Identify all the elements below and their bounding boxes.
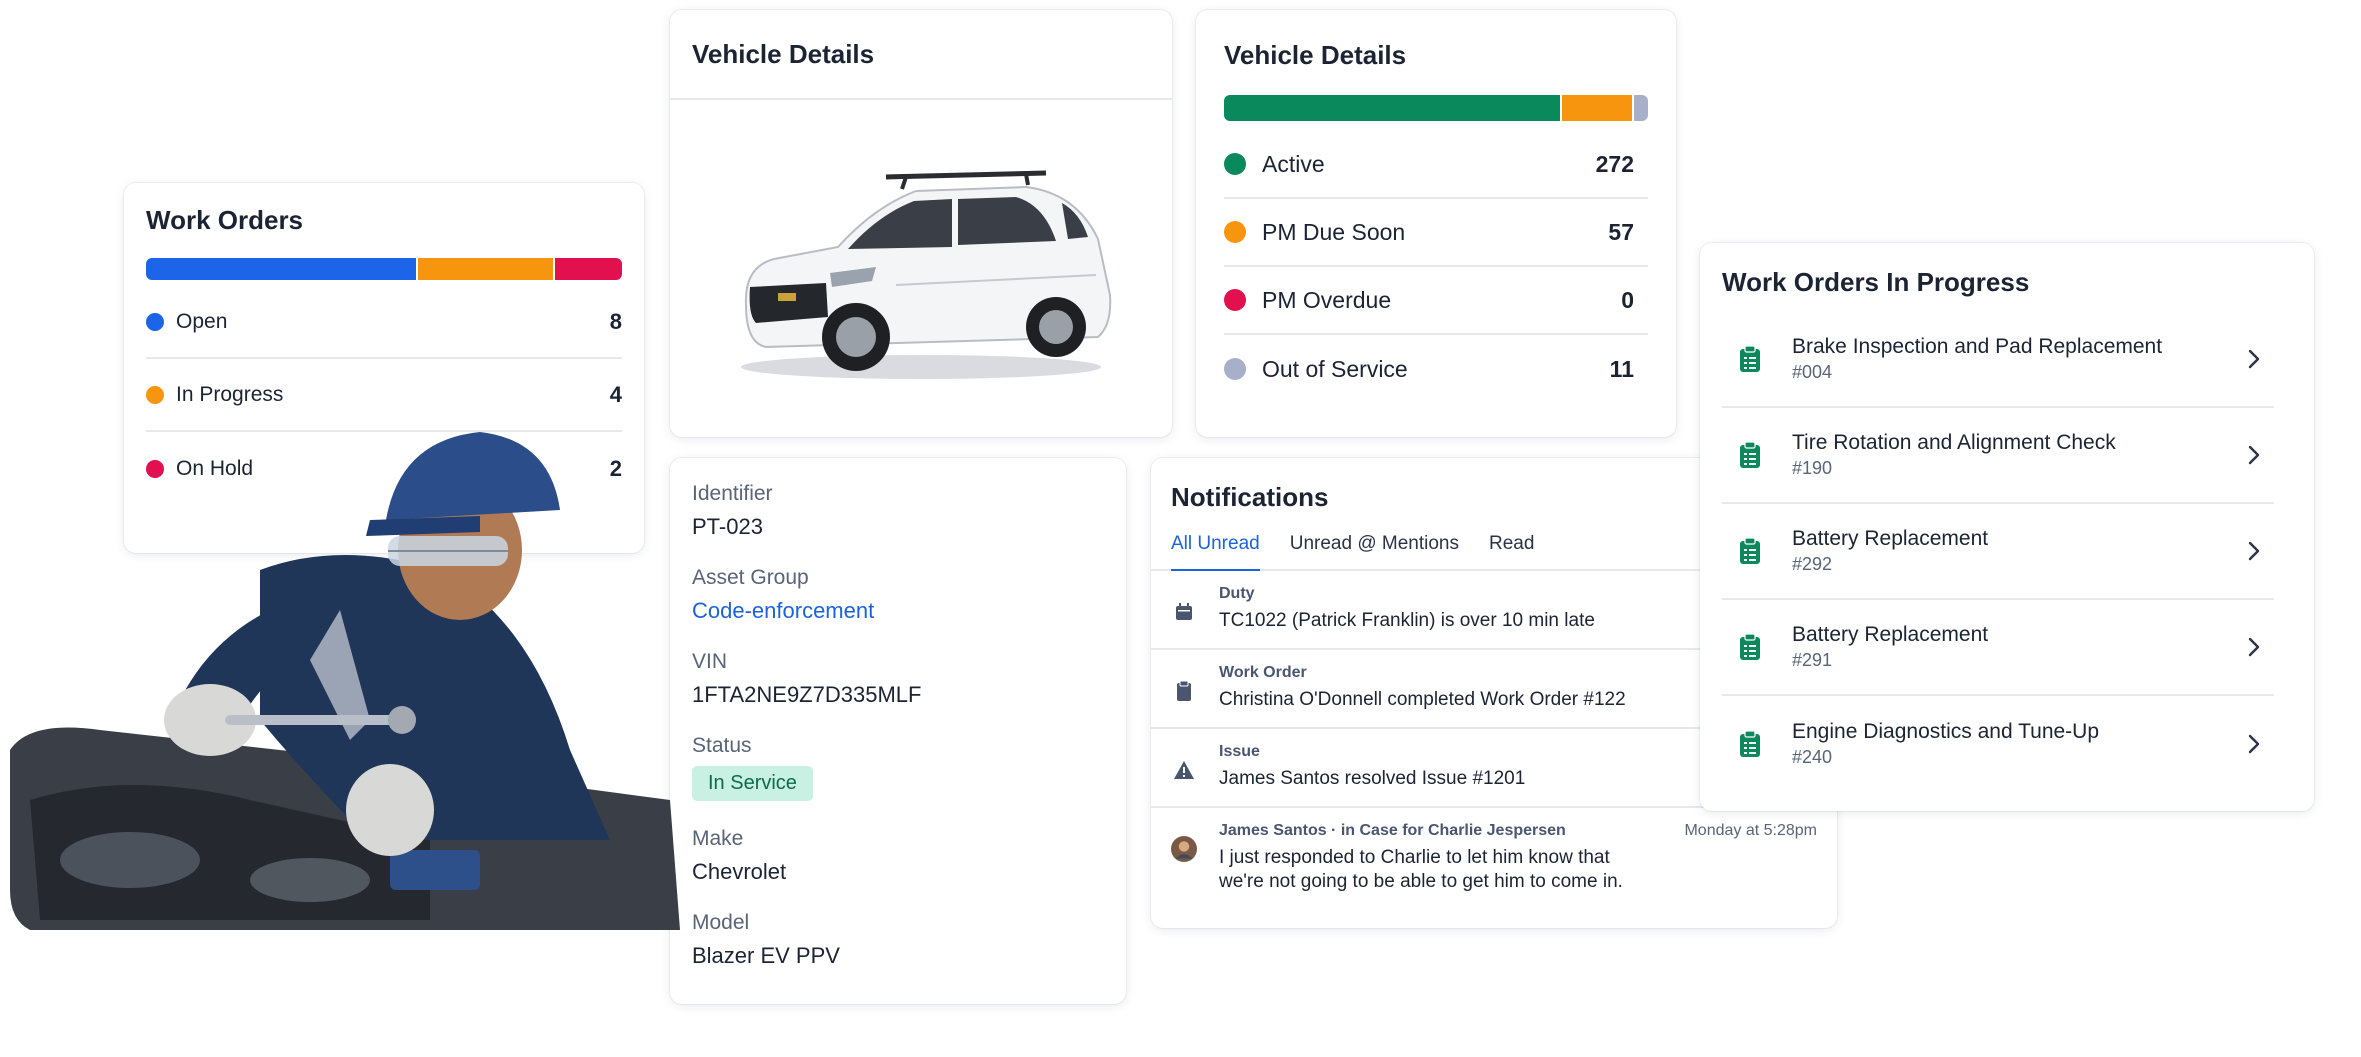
clipboard-icon [1734, 535, 1766, 567]
row-count: 272 [1595, 150, 1634, 177]
work-orders-bar-segment [552, 258, 622, 280]
row-count: 11 [1609, 355, 1634, 382]
active-dot [1224, 153, 1246, 175]
make-label: Make [692, 827, 744, 850]
status-badge: In Service [692, 766, 813, 801]
chevron-right-icon[interactable] [2242, 732, 2266, 756]
work-order-number: #190 [1792, 458, 1833, 478]
work-order-item[interactable]: Tire Rotation and Alignment Check #190 [1722, 408, 2274, 504]
tab-read[interactable]: Read [1489, 533, 1534, 569]
work-order-name: Tire Rotation and Alignment Check [1792, 431, 2116, 454]
vehicle-stats-card: Vehicle Details Active 272 PM Due Soon 5… [1196, 10, 1676, 437]
out-of-service-dot [1224, 358, 1246, 380]
vehicle-photo-title: Vehicle Details [692, 38, 875, 69]
row-label: In Progress [176, 382, 284, 406]
vehicle-stats-title: Vehicle Details [1224, 40, 1407, 70]
identifier-field: Identifier PT-023 [692, 482, 1104, 540]
in-progress-title: Work Orders In Progress [1722, 267, 2030, 297]
mechanic-photo [10, 432, 680, 930]
vehicle-image [741, 170, 1112, 379]
vehicle-row-active[interactable]: Active 272 [1224, 131, 1648, 199]
row-label: Open [176, 309, 228, 333]
work-order-item[interactable]: Engine Diagnostics and Tune-Up #240 [1722, 696, 2274, 792]
vehicle-row-pm-due-soon[interactable]: PM Due Soon 57 [1224, 199, 1648, 267]
work-orders-title: Work Orders [146, 205, 304, 235]
pm-due-soon-dot [1224, 221, 1246, 243]
make-field: Make Chevrolet [692, 827, 1104, 885]
vehicle-row-pm-overdue[interactable]: PM Overdue 0 [1224, 267, 1648, 335]
row-label: Active [1262, 150, 1325, 177]
tab-all-unread[interactable]: All Unread [1171, 533, 1260, 571]
row-count: 57 [1608, 218, 1634, 245]
asset-group-label: Asset Group [692, 566, 809, 589]
work-order-number: #292 [1792, 554, 1833, 574]
clipboard-icon [1734, 439, 1766, 471]
vin-value: 1FTA2NE9Z7D335MLF [692, 682, 922, 707]
in-progress-dot [146, 385, 164, 404]
clipboard-icon [1734, 343, 1766, 375]
chevron-right-icon[interactable] [2242, 443, 2266, 467]
tab-unread-mentions[interactable]: Unread @ Mentions [1290, 533, 1459, 569]
model-label: Model [692, 911, 750, 934]
asset-group-link[interactable]: Code-enforcement [692, 598, 1104, 624]
notification-text: I just responded to Charlie to let him k… [1219, 847, 1623, 892]
model-value: Blazer EV PPV [692, 943, 840, 968]
vehicle-status-bar-segment [1632, 95, 1648, 121]
avatar [1171, 836, 1197, 862]
work-order-name: Brake Inspection and Pad Replacement [1792, 335, 2163, 358]
warning-icon [1171, 757, 1197, 783]
row-label: PM Due Soon [1262, 218, 1406, 245]
clipboard-icon [1171, 678, 1197, 704]
vehicle-status-bar-segment [1560, 95, 1633, 121]
vin-field: VIN 1FTA2NE9Z7D335MLF [692, 650, 1104, 708]
row-count: 0 [1621, 286, 1634, 313]
work-order-item[interactable]: Battery Replacement #292 [1722, 504, 2274, 600]
chevron-right-icon[interactable] [2242, 539, 2266, 563]
work-order-name: Battery Replacement [1792, 623, 1989, 646]
work-orders-bar-segment [415, 258, 553, 280]
open-dot [146, 312, 164, 331]
vehicle-status-bar-segment [1224, 95, 1560, 121]
vehicle-status-bar [1224, 95, 1648, 121]
vehicle-photo-card: Vehicle Details [670, 10, 1172, 437]
vehicle-row-out-of-service[interactable]: Out of Service 11 [1224, 335, 1648, 403]
work-order-item[interactable]: Brake Inspection and Pad Replacement #004 [1722, 312, 2274, 408]
clipboard-icon [1734, 728, 1766, 760]
chevron-right-icon[interactable] [2242, 347, 2266, 371]
work-orders-bar-segment [146, 258, 416, 280]
identifier-label: Identifier [692, 482, 773, 505]
asset-group-field: Asset Group Code-enforcement [692, 566, 1104, 624]
notification-item[interactable]: James Santos · in Case for Charlie Jespe… [1151, 808, 1837, 918]
vehicle-status-list: Active 272 PM Due Soon 57 PM Overdue 0 O… [1224, 131, 1648, 403]
make-value: Chevrolet [692, 859, 787, 884]
row-count: 4 [609, 381, 622, 407]
work-order-item[interactable]: Battery Replacement #291 [1722, 600, 2274, 696]
row-label: PM Overdue [1262, 286, 1392, 313]
work-orders-in-progress-card: Work Orders In Progress Brake Inspection… [1700, 243, 2314, 811]
work-orders-status-bar [146, 258, 622, 280]
status-field: Status In Service [692, 734, 1104, 801]
vin-label: VIN [692, 650, 728, 673]
work-orders-row-open[interactable]: Open 8 [146, 286, 622, 359]
notification-time: Monday at 5:28pm [1684, 822, 1817, 839]
vehicle-details-card: Identifier PT-023 Asset Group Code-enfor… [670, 458, 1126, 1004]
clipboard-icon [1734, 631, 1766, 663]
model-field: Model Blazer EV PPV [692, 911, 1104, 969]
work-order-number: #240 [1792, 747, 1833, 767]
status-label: Status [692, 734, 752, 757]
calendar-icon [1171, 599, 1197, 625]
work-order-number: #004 [1792, 362, 1833, 382]
chevron-right-icon[interactable] [2242, 635, 2266, 659]
work-order-number: #291 [1792, 650, 1833, 670]
identifier-value: PT-023 [692, 514, 763, 539]
row-count: 8 [609, 308, 622, 334]
row-label: Out of Service [1262, 355, 1408, 382]
work-order-name: Engine Diagnostics and Tune-Up [1792, 720, 2100, 743]
work-order-name: Battery Replacement [1792, 527, 1989, 550]
pm-overdue-dot [1224, 289, 1246, 311]
